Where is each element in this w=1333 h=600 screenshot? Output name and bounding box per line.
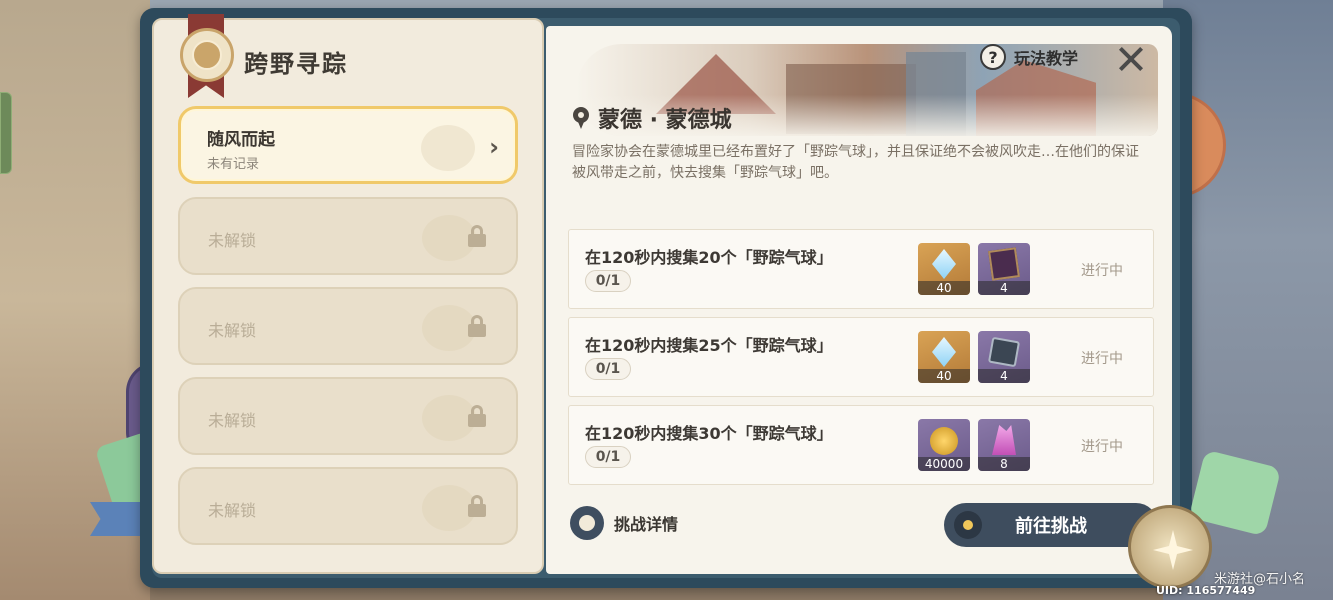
location-name: 蒙德 · 蒙德城 [598,108,732,133]
challenge-task-2: 在120秒内搜集25个「野踪气球」 0/1 40 4 进行中 [568,317,1154,397]
stage-item-2[interactable]: 未解锁 [178,197,518,275]
task-status: 进行中 [1081,351,1123,367]
location-description: 冒险家协会在蒙德城里已经布置好了「野踪气球」，并且保证绝不会被风吹走…在他们的保… [572,144,1139,181]
task-title: 在120秒内搜集20个「野踪气球」 [585,248,833,267]
challenge-details-label: 挑战详情 [614,515,679,534]
task-progress: 0/1 [585,270,631,292]
crystal-icon[interactable]: 8 [978,419,1030,471]
stage-locked-label: 未解锁 [208,321,257,340]
enhancement-ore-icon[interactable]: 4 [978,331,1030,383]
page-title: 跨野寻踪 [244,50,348,78]
task-title: 在120秒内搜集25个「野踪气球」 [585,336,833,355]
challenge-task-3: 在120秒内搜集30个「野踪气球」 0/1 40000 8 进行中 [568,405,1154,485]
stage-locked-label: 未解锁 [208,411,257,430]
lock-icon [468,495,486,517]
go-to-challenge-button[interactable]: 前往挑战 [944,503,1158,547]
task-progress: 0/1 [585,358,631,380]
compass-decoration-icon [1128,505,1212,589]
stage-item-1[interactable]: 随风而起 未有记录 › [178,106,518,184]
task-status: 进行中 [1081,263,1123,279]
lock-icon [468,315,486,337]
chevron-right-icon: › [489,133,499,161]
heros-wit-book-icon[interactable]: 4 [978,243,1030,295]
tutorial-label: 玩法教学 [1014,49,1079,68]
stage-name: 随风而起 [207,130,275,150]
challenge-details-button[interactable]: 挑战详情 [570,506,678,540]
task-status: 进行中 [1081,439,1123,455]
primogem-icon[interactable]: 40 [918,243,970,295]
event-emblem-icon [180,28,234,82]
go-to-challenge-label: 前往挑战 [1015,516,1087,537]
tutorial-button[interactable]: ? 玩法教学 [980,44,1078,70]
stage-record: 未有记录 [207,157,260,172]
lock-icon [468,405,486,427]
close-icon[interactable] [1116,44,1146,74]
task-progress: 0/1 [585,446,631,468]
side-tab[interactable] [0,92,12,174]
lock-icon [468,225,486,247]
location-heading: 蒙德 · 蒙德城 [572,102,732,134]
map-pin-icon [572,107,590,129]
primogem-icon[interactable]: 40 [918,331,970,383]
task-title: 在120秒内搜集30个「野踪气球」 [585,424,833,443]
uid-label: UID: 116577449 [1156,584,1256,597]
stage-locked-label: 未解锁 [208,501,257,520]
stage-item-5[interactable]: 未解锁 [178,467,518,545]
question-icon: ? [980,44,1006,70]
stage-locked-label: 未解锁 [208,231,257,250]
medal-icon [570,506,604,540]
challenge-task-1: 在120秒内搜集20个「野踪气球」 0/1 40 4 进行中 [568,229,1154,309]
stage-item-3[interactable]: 未解锁 [178,287,518,365]
stage-item-4[interactable]: 未解锁 [178,377,518,455]
balloon-decoration [421,125,475,171]
mora-icon[interactable]: 40000 [918,419,970,471]
